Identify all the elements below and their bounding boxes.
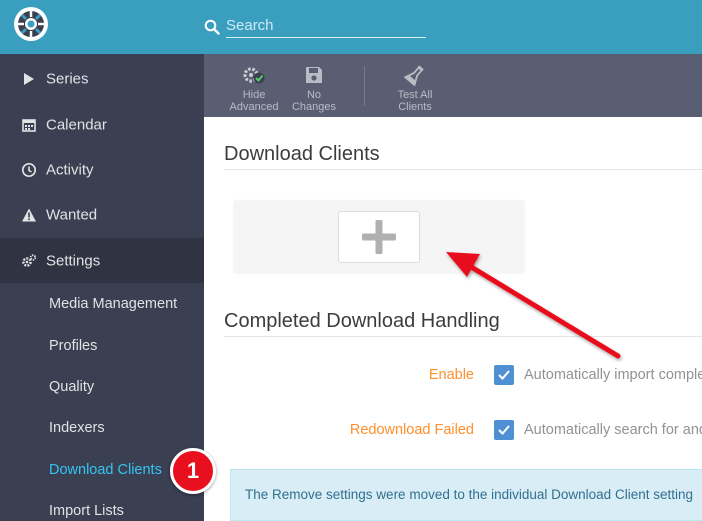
redownload-failed-checkbox[interactable] [494,420,514,440]
download-clients-heading: Download Clients [224,143,380,165]
play-icon [24,72,34,85]
toolbar-label: Test All [397,89,433,101]
sidebar: Series Calendar Activity Wanted Settings… [0,54,204,521]
sidebar-item-label: Series [46,70,89,87]
top-header [0,0,702,54]
sidebar-item-series[interactable]: Series [0,56,204,101]
sidebar-item-calendar[interactable]: Calendar [0,102,204,147]
add-download-client-button[interactable] [338,211,420,263]
check-icon [498,425,510,435]
search-icon [204,19,220,35]
sidebar-item-wanted[interactable]: Wanted [0,192,204,237]
flask-icon [404,65,424,86]
sidebar-item-settings[interactable]: Settings [0,238,204,283]
sidebar-item-label: Import Lists [49,502,124,519]
clock-icon [21,162,37,177]
toolbar-divider [364,66,365,106]
sonarr-logo-icon[interactable] [13,6,49,42]
sidebar-sub-profiles[interactable]: Profiles [0,325,204,366]
test-all-clients-button[interactable]: Test All Clients [386,54,444,117]
sidebar-sub-indexers[interactable]: Indexers [0,407,204,448]
save-changes-button[interactable]: No Changes [286,54,342,117]
sidebar-item-activity[interactable]: Activity [0,147,204,192]
sidebar-item-label: Media Management [49,295,178,312]
main-content: Download Clients Completed Download Hand… [204,117,702,521]
sidebar-item-label: Indexers [49,419,105,436]
enable-help-text: Automatically import comple [524,367,702,383]
section-divider [224,336,702,337]
page-toolbar: Hide Advanced No Changes Test All Client… [204,54,702,117]
sidebar-sub-quality[interactable]: Quality [0,366,204,407]
toolbar-label: Clients [398,101,432,113]
sidebar-item-label: Profiles [49,337,98,354]
gear-check-icon [243,67,265,84]
sidebar-sub-import-lists[interactable]: Import Lists [0,490,204,521]
toolbar-label: Advanced [229,101,279,113]
completed-download-handling-heading: Completed Download Handling [224,310,500,332]
add-download-client-card [234,201,524,273]
plus-icon [362,220,396,254]
redownload-failed-label: Redownload Failed [349,422,474,438]
search-input[interactable] [226,14,426,38]
warning-icon [22,208,36,221]
sidebar-item-label: Quality [49,378,95,395]
toolbar-label: Changes [291,101,337,113]
toolbar-label: Hide [242,89,266,101]
info-alert: The Remove settings were moved to the in… [230,469,702,521]
enable-label: Enable [428,367,474,383]
step-number-badge: 1 [170,448,216,494]
sidebar-sub-media-management[interactable]: Media Management [0,283,204,324]
sidebar-item-label: Wanted [46,206,98,223]
redownload-failed-help-text: Automatically search for and [524,422,702,438]
sidebar-item-label: Settings [46,252,101,269]
sidebar-item-label: Activity [46,161,94,178]
enable-checkbox[interactable] [494,365,514,385]
section-divider [224,169,702,170]
hide-advanced-button[interactable]: Hide Advanced [224,54,284,117]
check-icon [498,370,510,380]
sidebar-item-label: Calendar [46,116,107,133]
gears-icon [22,253,37,267]
calendar-icon [22,118,36,132]
sidebar-item-label: Download Clients [49,461,162,478]
save-icon [306,67,322,83]
toolbar-label: No [306,89,322,101]
